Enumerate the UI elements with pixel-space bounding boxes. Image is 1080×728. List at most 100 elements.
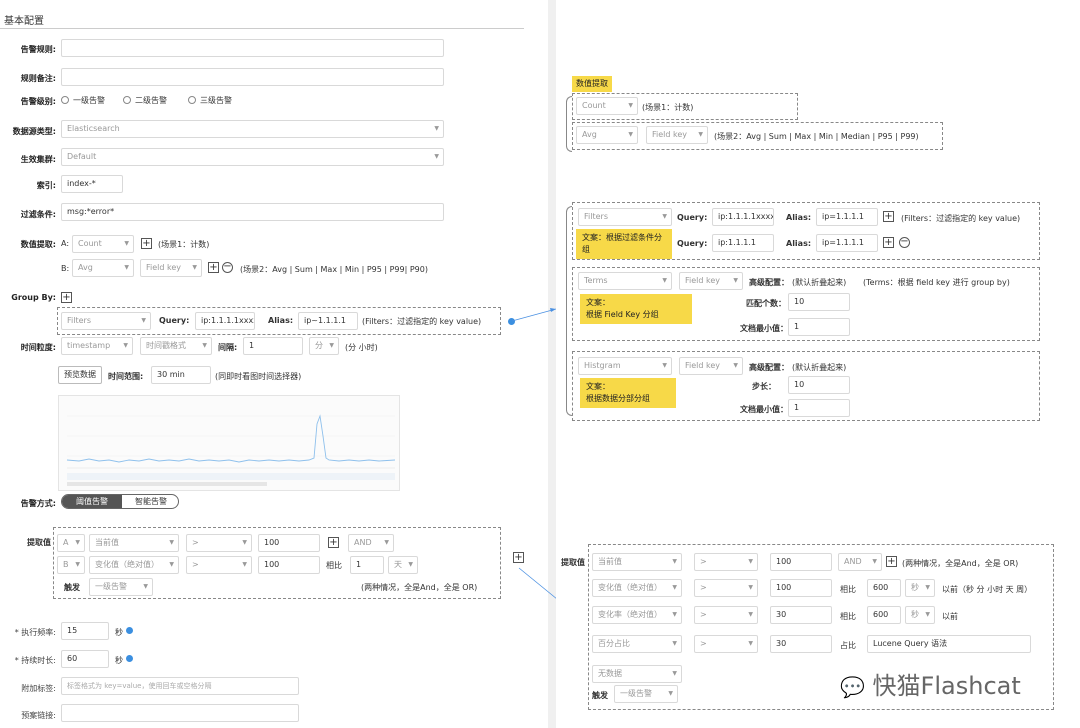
caret-icon: ▼	[748, 558, 753, 565]
min-doc-input[interactable]: 1	[788, 399, 850, 417]
caret-icon: ▼	[668, 690, 673, 697]
arrow-line	[511, 308, 557, 322]
wechat-icon: 💬	[840, 675, 865, 699]
select-value: 无数据	[598, 669, 622, 678]
trigger-select[interactable]: 一级告警 ▼	[614, 685, 678, 703]
query-input[interactable]: ip:1.1.1.1	[712, 234, 774, 252]
caret-icon: ▼	[925, 611, 930, 618]
alias-input[interactable]: ip=1.1.1.1	[816, 234, 878, 252]
adv-label: 高级配置：	[749, 278, 789, 287]
extract-title: 数值提取	[572, 76, 612, 92]
select-value: 百分占比	[598, 639, 630, 648]
select-value: 当前值	[598, 557, 622, 566]
query-label: Query:	[677, 213, 708, 222]
add-icon[interactable]: +	[886, 556, 897, 567]
query-label: Query:	[677, 239, 708, 248]
select-value: Histgram	[584, 361, 621, 370]
histogram-select[interactable]: Histgram ▼	[578, 357, 672, 375]
caret-icon: ▼	[662, 277, 667, 284]
count-select[interactable]: Count ▼	[576, 97, 638, 115]
adv-label: 高级配置：	[749, 363, 789, 372]
cond-op-select[interactable]: > ▼	[694, 579, 758, 597]
step-label: 步长：	[752, 382, 776, 391]
cmp-unit-select[interactable]: 秒 ▼	[905, 606, 935, 624]
terms-note: (Terms：根据 field key 进行 group by)	[863, 278, 1010, 287]
nodata-select[interactable]: 无数据 ▼	[592, 665, 682, 683]
select-value: Field key	[685, 361, 721, 370]
step-input[interactable]: 10	[788, 376, 850, 394]
avg-note: (场景2：Avg | Sum | Max | Min | Median | P9…	[714, 132, 919, 141]
add-icon[interactable]: +	[883, 237, 894, 248]
cond-metric-select[interactable]: 当前值 ▼	[592, 553, 682, 571]
cond-op-select[interactable]: > ▼	[694, 635, 758, 653]
min-doc-label: 文档最小值：	[740, 405, 788, 414]
caret-icon: ▼	[733, 362, 738, 369]
caret-icon: ▼	[672, 558, 677, 565]
cond-metric-select[interactable]: 变化率（绝对值） ▼	[592, 606, 682, 624]
caret-icon: ▼	[672, 640, 677, 647]
alias-label: Alias:	[786, 239, 812, 248]
cond-note: (两种情况，全是And，全是 OR)	[902, 559, 1019, 568]
cond-value-input[interactable]: 100	[770, 579, 832, 597]
caret-icon: ▼	[662, 213, 667, 220]
caret-icon: ▼	[628, 131, 633, 138]
caret-icon: ▼	[925, 584, 930, 591]
histogram-copy-note: 文案： 根据数据分部分组	[580, 378, 676, 408]
cond-label: 提取值	[561, 558, 585, 567]
cond-op-select[interactable]: > ▼	[694, 606, 758, 624]
terms-field-select[interactable]: Field key ▼	[679, 272, 743, 290]
adv-note: (默认折叠起来)	[792, 278, 847, 287]
right-panel: 数值提取 Count ▼ (场景1：计数) Avg ▼ Field key ▼ (场景…	[556, 0, 1080, 728]
cmp-label: 相比	[840, 612, 856, 621]
alias-label: Alias:	[786, 213, 812, 222]
histogram-field-select[interactable]: Field key ▼	[679, 357, 743, 375]
caret-icon: ▼	[698, 131, 703, 138]
select-value: >	[700, 583, 707, 592]
filters-select[interactable]: Filters ▼	[578, 208, 672, 226]
caret-icon: ▼	[872, 558, 877, 565]
lucene-query-input[interactable]: Lucene Query 语法	[867, 635, 1031, 653]
cond-metric-select[interactable]: 百分占比 ▼	[592, 635, 682, 653]
min-doc-input[interactable]: 1	[788, 318, 850, 336]
cmp-unit-select[interactable]: 秒 ▼	[905, 579, 935, 597]
avg-field-select[interactable]: Field key ▼	[646, 126, 708, 144]
caret-icon: ▼	[733, 277, 738, 284]
select-value: >	[700, 639, 707, 648]
cmp-value-input[interactable]: 600	[867, 606, 901, 624]
cond-metric-select[interactable]: 变化值（绝对值） ▼	[592, 579, 682, 597]
select-value: Filters	[584, 212, 608, 221]
cmp-suffix: 以前（秒 分 小时 天 周）	[942, 585, 1033, 594]
select-value: 变化值（绝对值）	[598, 583, 662, 592]
select-value: Avg	[582, 130, 597, 139]
add-icon[interactable]: +	[883, 211, 894, 222]
caret-icon: ▼	[748, 640, 753, 647]
watermark: 💬 快猫Flashcat	[840, 666, 1021, 701]
caret-icon: ▼	[672, 670, 677, 677]
remove-icon[interactable]: −	[899, 237, 910, 248]
select-value: AND	[844, 557, 862, 566]
match-count-input[interactable]: 10	[788, 293, 850, 311]
select-value: Field key	[685, 276, 721, 285]
terms-select[interactable]: Terms ▼	[578, 272, 672, 290]
avg-select[interactable]: Avg ▼	[576, 126, 638, 144]
cmp-label: 占比	[840, 641, 856, 650]
cond-logic-select[interactable]: AND ▼	[838, 553, 882, 571]
select-value: 秒	[911, 610, 919, 619]
select-value: Count	[582, 101, 606, 110]
caret-icon: ▼	[662, 362, 667, 369]
cond-value-input[interactable]: 30	[770, 606, 832, 624]
cmp-suffix: 以前	[942, 612, 958, 621]
select-value: 一级告警	[620, 689, 652, 698]
cmp-value-input[interactable]: 600	[867, 579, 901, 597]
select-value: >	[700, 610, 707, 619]
query-input[interactable]: ip:1.1.1.1xxxx	[712, 208, 774, 226]
cond-op-select[interactable]: > ▼	[694, 553, 758, 571]
caret-icon: ▼	[672, 611, 677, 618]
match-count-label: 匹配个数：	[746, 299, 786, 308]
caret-icon: ▼	[748, 584, 753, 591]
cmp-label: 相比	[840, 585, 856, 594]
select-value: Terms	[584, 276, 608, 285]
cond-value-input[interactable]: 30	[770, 635, 832, 653]
cond-value-input[interactable]: 100	[770, 553, 832, 571]
alias-input[interactable]: ip=1.1.1.1	[816, 208, 878, 226]
